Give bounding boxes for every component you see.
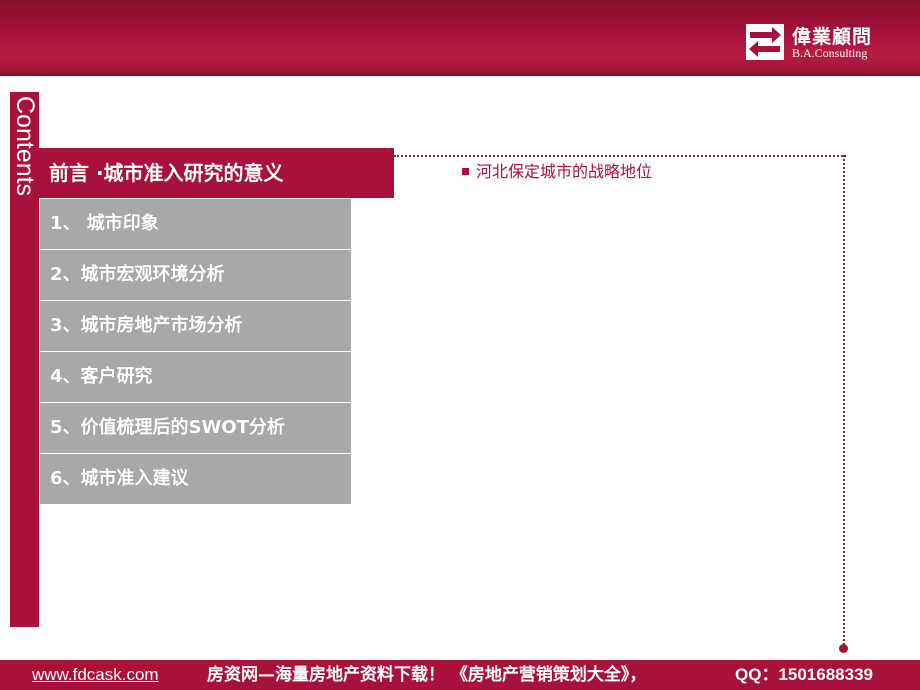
footer-qq-number: QQ：1501688339 — [735, 665, 873, 684]
footer-promo-text: 房资网—海量房地产资料下载！ 《房地产营销策划大全》， — [207, 665, 647, 685]
active-section-tab[interactable]: 前言 ·城市准入研究的意义 — [39, 148, 394, 198]
bullet-square-icon — [462, 168, 469, 175]
frame-end-dot — [839, 644, 848, 653]
logo-arrows-icon — [746, 24, 784, 60]
dotted-frame-right — [843, 155, 845, 645]
company-logo: 偉業顧問 B.A.Consulting — [746, 22, 896, 64]
footer-bar: www.fdcask.com 房资网—海量房地产资料下载！ 《房地产营销策划大全… — [0, 660, 920, 690]
footer-website-link[interactable]: www.fdcask.com — [32, 660, 159, 690]
contents-menu: 1、 城市印象 2、城市宏观环境分析 3、城市房地产市场分析 4、客户研究 5、… — [40, 199, 351, 505]
dotted-frame-top — [394, 155, 846, 157]
menu-item-customer-research[interactable]: 4、客户研究 — [40, 352, 351, 402]
menu-item-city-impression[interactable]: 1、 城市印象 — [40, 199, 351, 249]
bullet-text: 河北保定城市的战略地位 — [476, 162, 653, 181]
menu-item-swot-analysis[interactable]: 5、价值梳理后的SWOT分析 — [40, 403, 351, 453]
logo-chinese-name: 偉業顧問 — [792, 26, 873, 48]
menu-item-real-estate-market[interactable]: 3、城市房地产市场分析 — [40, 301, 351, 351]
menu-item-entry-suggestion[interactable]: 6、城市准入建议 — [40, 454, 351, 504]
content-bullet: 河北保定城市的战略地位 — [462, 162, 652, 182]
menu-item-macro-environment[interactable]: 2、城市宏观环境分析 — [40, 250, 351, 300]
logo-english-name: B.A.Consulting — [792, 46, 868, 60]
header-band: 偉業顧問 B.A.Consulting — [0, 0, 920, 76]
contents-vertical-title: Contents — [11, 96, 39, 197]
